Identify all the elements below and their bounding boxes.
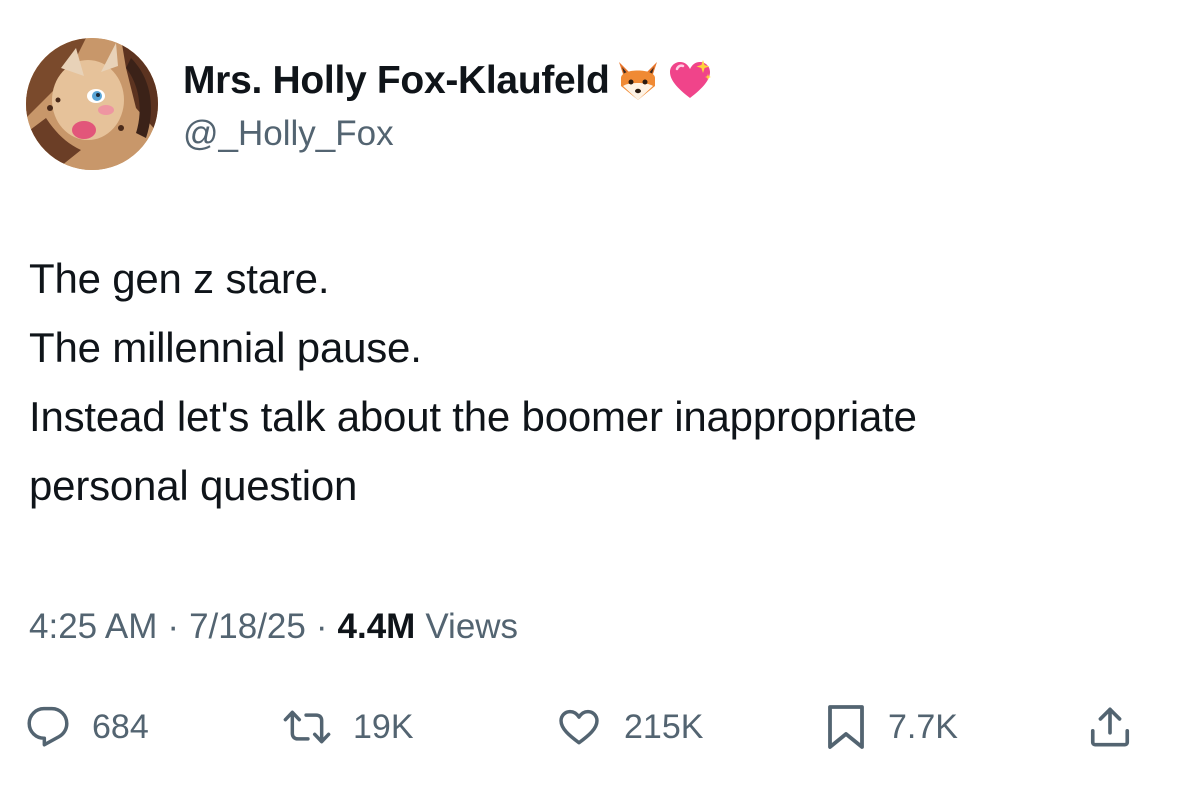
meta-separator: · [315, 607, 328, 646]
tweet-text-line: personal question [29, 462, 358, 509]
meta-separator: · [167, 607, 180, 646]
sparkling-heart-icon [667, 58, 713, 104]
tweet-text-line: The gen z stare. [29, 255, 330, 302]
views-count: 4.4M [337, 607, 416, 646]
handle[interactable]: @_Holly_Fox [183, 114, 394, 154]
like-button[interactable]: 215K [556, 695, 703, 759]
reply-icon [26, 705, 70, 749]
tweet-time[interactable]: 4:25 AM [29, 607, 157, 647]
tweet-text-line: Instead let's talk about the boomer inap… [29, 393, 917, 440]
repost-icon [283, 705, 331, 749]
bookmark-count: 7.7K [888, 707, 958, 746]
tweet-text: The gen z stare. The millennial pause. I… [29, 244, 1149, 520]
share-button[interactable] [1087, 695, 1133, 759]
tweet-text-line: The millennial pause. [29, 324, 422, 371]
like-count: 215K [624, 707, 704, 746]
tweet-date[interactable]: 7/18/25 [189, 607, 306, 647]
reply-count: 684 [92, 707, 149, 746]
views-label: Views [425, 607, 519, 646]
name-row: Mrs. Holly Fox-Klaufeld [183, 54, 713, 108]
tweet-header: Mrs. Holly Fox-Klaufeld @_Holly_Fox [26, 38, 1146, 172]
display-name[interactable]: Mrs. Holly Fox-Klaufeld [183, 59, 610, 103]
share-icon [1087, 704, 1133, 750]
repost-count: 19K [353, 707, 414, 746]
bookmark-button[interactable]: 7.7K [826, 695, 958, 759]
bookmark-icon [826, 703, 866, 751]
avatar[interactable] [26, 38, 158, 170]
tweet-meta: 4:25 AM · 7/18/25 · 4.4M Views [29, 600, 518, 654]
reply-button[interactable]: 684 [26, 695, 149, 759]
repost-button[interactable]: 19K [283, 695, 414, 759]
tweet-actions: 684 19K 215K 7.7K [0, 695, 1179, 759]
fox-face-icon [615, 58, 661, 104]
heart-icon [556, 705, 602, 749]
